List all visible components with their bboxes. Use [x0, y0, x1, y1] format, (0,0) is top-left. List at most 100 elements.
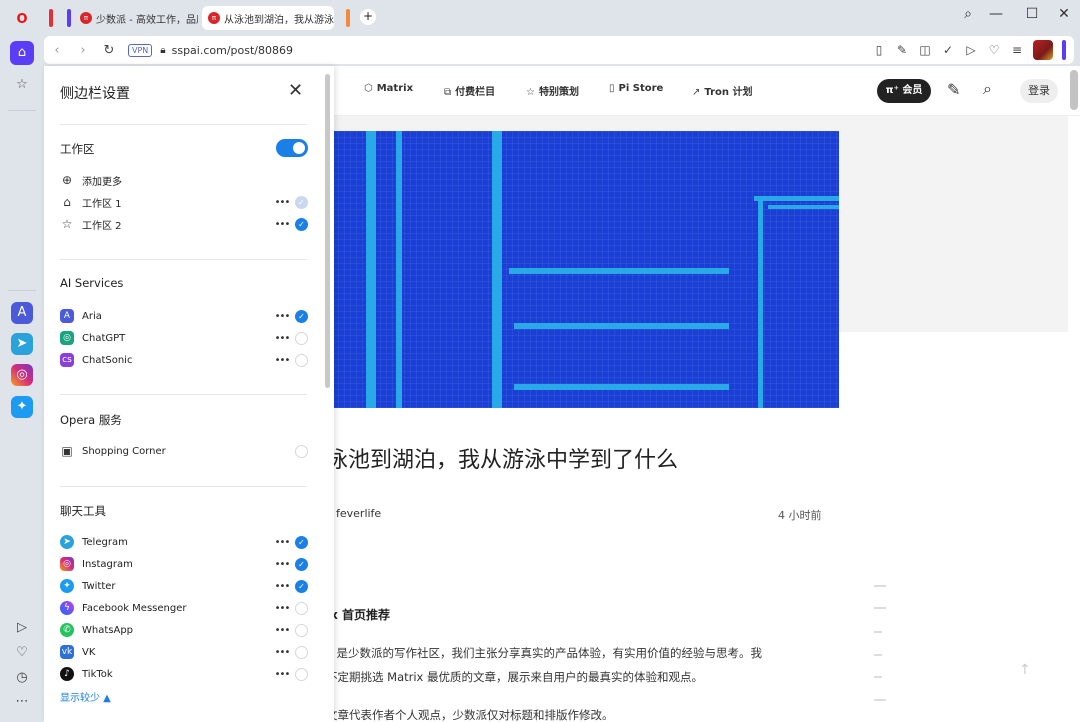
toc-marker[interactable] [874, 585, 886, 587]
checkbox-unchecked[interactable] [295, 331, 308, 345]
workspace-item[interactable]: ⌂ 工作区 1 ••• ✓ [60, 192, 308, 212]
opera-menu-icon[interactable]: O [10, 8, 34, 32]
article-paragraph: x 是少数派的写作社区，我们主张分享真实的产品体验，有实用价值的经验与思考。我 [326, 646, 762, 660]
close-icon[interactable]: ✕ [288, 80, 303, 101]
home-icon[interactable]: ⌂ [10, 41, 34, 65]
address-bar[interactable]: ‹ › ↻ VPN 🔒︎ sspai.com/post/80869 ▯ ✎ ◫ … [44, 36, 1074, 64]
back-icon[interactable]: ‹ [44, 43, 70, 58]
article-paragraph: 文章代表作者个人观点，少数派仅对标题和排版作修改。 [326, 708, 614, 722]
checkbox-unchecked[interactable] [295, 601, 308, 615]
player-icon[interactable]: ▷ [10, 616, 34, 640]
more-options-icon[interactable]: ••• [273, 625, 291, 636]
speed-dial-star-icon[interactable]: ☆ [10, 73, 34, 97]
messenger-item[interactable]: ➤ Telegram ••• ✓ [60, 532, 308, 552]
checkbox-checked[interactable]: ✓ [295, 579, 308, 593]
opera-service-item[interactable]: ▣ Shopping Corner [60, 441, 308, 461]
new-tab-button[interactable]: + [360, 9, 376, 25]
maximize-button[interactable]: ☐ [1020, 6, 1044, 22]
nav-pi-store[interactable]: ▯ Pi Store [609, 83, 663, 94]
vpn-badge[interactable]: VPN [128, 43, 153, 57]
more-options-icon[interactable]: ••• [273, 559, 291, 570]
workspace-item[interactable]: ☆ 工作区 2 ••• ✓ [60, 214, 308, 234]
close-window-button[interactable]: ✕ [1052, 6, 1076, 22]
checkbox-unchecked[interactable] [295, 353, 308, 367]
more-options-icon[interactable]: ••• [273, 647, 291, 658]
aria-icon: A [60, 309, 74, 323]
write-icon[interactable]: ✎ [947, 80, 960, 99]
reader-mode-icon[interactable]: ▯ [872, 43, 886, 57]
ai-service-item[interactable]: A Aria ••• ✓ [60, 306, 308, 326]
nav-special[interactable]: ☆ 特别策划 [526, 83, 579, 98]
nav-paid-columns[interactable]: ⧉ 付费栏目 [444, 83, 495, 98]
back-to-top-icon[interactable]: ↑ [1019, 662, 1031, 678]
forward-icon[interactable]: › [70, 43, 96, 58]
ai-service-item[interactable]: ◎ ChatGPT ••• [60, 328, 308, 348]
search-icon[interactable]: ⌕ [983, 79, 992, 99]
instagram-icon[interactable]: ◎ [11, 364, 33, 386]
edit-icon[interactable]: ✎ [895, 43, 909, 57]
heart-icon[interactable]: ♡ [10, 641, 34, 665]
easy-setup-icon[interactable]: ≡ [1010, 43, 1024, 57]
toc-marker[interactable] [874, 607, 886, 609]
checkbox-checked[interactable]: ✓ [295, 217, 308, 231]
nav-tron[interactable]: ↗ Tron 计划 [692, 83, 753, 98]
tab-sspai-home[interactable]: π 少数派 - 高效工作，品质 [74, 6, 198, 30]
more-options-icon[interactable]: ••• [273, 311, 291, 322]
twitter-icon[interactable]: ✦ [11, 396, 33, 418]
ai-service-item[interactable]: cs ChatSonic ••• [60, 350, 308, 370]
lock-icon[interactable]: 🔒︎ [160, 45, 165, 56]
checkbox-checked[interactable]: ✓ [295, 535, 308, 549]
more-options-icon[interactable]: ••• [273, 197, 291, 208]
more-options-icon[interactable]: ••• [273, 603, 291, 614]
messenger-item[interactable]: ♪ TikTok ••• [60, 664, 308, 684]
profile-avatar[interactable] [1033, 40, 1053, 60]
camera-icon[interactable]: ◫ [918, 43, 932, 57]
telegram-icon[interactable]: ➤ [11, 333, 33, 355]
checkbox-checked[interactable]: ✓ [295, 309, 308, 323]
messenger-item[interactable]: ϟ Facebook Messenger ••• [60, 598, 308, 618]
messenger-item[interactable]: ✦ Twitter ••• ✓ [60, 576, 308, 596]
tab-search-icon[interactable]: ⌕ [956, 6, 980, 22]
toc-marker[interactable] [874, 676, 882, 678]
sspai-favicon: π [208, 12, 220, 24]
more-options-icon[interactable]: ••• [273, 355, 291, 366]
toc-marker[interactable] [874, 699, 886, 701]
sidebar-divider [8, 290, 36, 291]
more-options-icon[interactable]: ••• [273, 669, 291, 680]
workspace-toggle[interactable] [276, 139, 308, 157]
page-scrollbar[interactable] [1070, 70, 1078, 110]
url-text[interactable]: sspai.com/post/80869 [172, 44, 293, 57]
vip-button[interactable]: π⁺ 会员 [877, 79, 931, 103]
minimize-button[interactable]: — [984, 6, 1008, 22]
add-workspace-row[interactable]: ⊕ 添加更多 [60, 170, 308, 190]
nav-matrix[interactable]: ⬡ Matrix [364, 83, 413, 94]
history-icon[interactable]: ◷ [10, 666, 34, 690]
checkbox-unchecked[interactable] [295, 623, 308, 637]
send-icon[interactable]: ▷ [964, 43, 978, 57]
shield-check-icon[interactable]: ✓ [941, 43, 955, 57]
login-button[interactable]: 登录 [1020, 79, 1058, 103]
matrix-recommend-heading: ix 首页推荐 [326, 608, 391, 622]
show-less-link[interactable]: 显示较少 ▲ [60, 689, 111, 704]
aria-icon[interactable]: A [11, 302, 33, 324]
article-author[interactable]: feverlife [336, 507, 381, 520]
messenger-item[interactable]: ◎ Instagram ••• ✓ [60, 554, 308, 574]
panel-scrollbar[interactable] [325, 74, 330, 388]
more-options-icon[interactable]: ••• [273, 333, 291, 344]
checkbox-checked-disabled[interactable]: ✓ [295, 195, 308, 209]
checkbox-checked[interactable]: ✓ [295, 557, 308, 571]
reload-icon[interactable]: ↻ [96, 43, 122, 58]
checkbox-unchecked[interactable] [295, 645, 308, 659]
toc-marker[interactable] [874, 631, 882, 633]
more-options-icon[interactable]: ••• [273, 581, 291, 592]
toc-marker[interactable] [874, 654, 882, 656]
tab-article[interactable]: π 从泳池到湖泊，我从游泳中 [202, 6, 334, 30]
heart-icon[interactable]: ♡ [987, 43, 1001, 57]
more-options-icon[interactable]: ••• [273, 537, 291, 548]
messenger-item[interactable]: ✆ WhatsApp ••• [60, 620, 308, 640]
checkbox-unchecked[interactable] [295, 667, 308, 681]
more-icon[interactable]: ⋯ [10, 690, 34, 714]
messenger-item[interactable]: vk VK ••• [60, 642, 308, 662]
more-options-icon[interactable]: ••• [273, 219, 291, 230]
checkbox-unchecked[interactable] [295, 444, 308, 458]
